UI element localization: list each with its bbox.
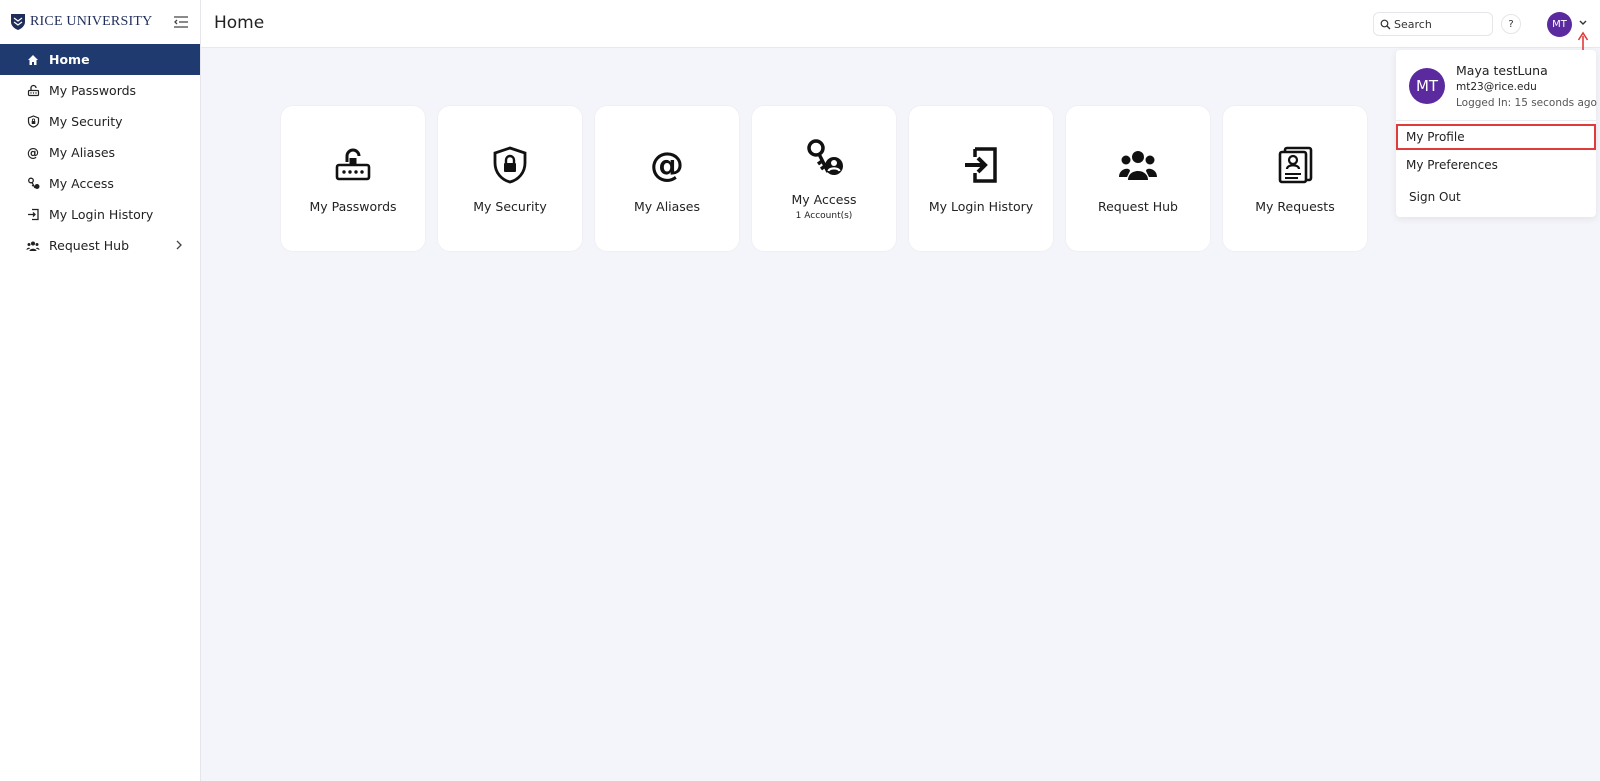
sidebar-item-label: My Access: [49, 176, 114, 191]
requests-icon: [1273, 143, 1317, 187]
card-request-hub[interactable]: Request Hub: [1066, 106, 1210, 251]
card-my-login-history[interactable]: My Login History: [909, 106, 1053, 251]
shield-icon: [26, 115, 40, 129]
rice-crest-icon: [11, 14, 25, 30]
page-title: Home: [214, 13, 265, 33]
top-header: Home ? MT: [201, 0, 1600, 48]
at-icon: @: [27, 145, 39, 160]
key-user-icon: [802, 136, 846, 180]
sidebar-item-my-security[interactable]: My Security: [0, 106, 200, 137]
sidebar-item-label: My Passwords: [49, 83, 137, 98]
account-count: 1 Account(s): [795, 211, 853, 221]
card-label: My Requests: [1255, 199, 1335, 214]
chevron-right-icon: [176, 240, 182, 250]
sidebar-item-request-hub[interactable]: Request Hub: [0, 230, 200, 261]
card-label: My Access: [791, 192, 857, 207]
card-label: My Security: [473, 199, 547, 214]
sidebar-item-my-aliases[interactable]: @ My Aliases: [0, 137, 200, 168]
help-button[interactable]: ?: [1501, 14, 1521, 34]
sidebar-item-my-access[interactable]: My Access: [0, 168, 200, 199]
card-label: Request Hub: [1097, 199, 1178, 214]
sidebar-item-label: Request Hub: [49, 238, 130, 253]
user-avatar[interactable]: MT: [1547, 12, 1572, 37]
sign-out-menu-item[interactable]: Sign Out: [1396, 184, 1596, 210]
user-menu-dropdown: MT Maya testLuna mt23@rice.edu Logged In…: [1396, 50, 1597, 217]
sidebar-item-label: My Security: [49, 114, 123, 129]
sidebar-item-label: My Aliases: [49, 145, 116, 160]
dropdown-avatar: MT: [1409, 68, 1445, 104]
users-icon: [26, 239, 40, 253]
login-icon: [959, 143, 1003, 187]
user-name: Maya testLuna: [1456, 63, 1548, 78]
card-my-passwords[interactable]: My Passwords: [281, 106, 425, 251]
brand-name: RICE UNIVERSITY: [30, 14, 153, 29]
card-label: My Login History: [928, 199, 1034, 214]
password-lock-icon: [331, 143, 375, 187]
card-label: My Aliases: [633, 199, 701, 214]
sidebar-nav: Home My Passwords My Security @ My Alias…: [0, 44, 200, 261]
login-icon: [26, 208, 40, 222]
key-user-icon: [26, 177, 40, 191]
card-label: My Passwords: [309, 199, 397, 214]
password-lock-icon: [26, 84, 40, 98]
sidebar-item-my-login-history[interactable]: My Login History: [0, 199, 200, 230]
my-profile-menu-item[interactable]: My Profile: [1396, 124, 1596, 150]
card-my-requests[interactable]: My Requests: [1223, 106, 1367, 251]
search-icon: [1380, 19, 1391, 29]
home-icon: [26, 53, 40, 67]
search-input[interactable]: [1394, 17, 1484, 31]
my-preferences-menu-item[interactable]: My Preferences: [1396, 152, 1596, 178]
chevron-down-icon[interactable]: [1578, 19, 1588, 27]
users-icon: [1116, 143, 1160, 187]
at-icon: @: [650, 145, 684, 185]
sidebar-item-label: My Login History: [49, 207, 154, 222]
search-box[interactable]: [1373, 12, 1493, 36]
sidebar-item-home[interactable]: Home: [0, 44, 200, 75]
sidebar: RICE UNIVERSITY Home My Passwords My Sec…: [0, 0, 201, 781]
shield-lock-icon: [488, 143, 532, 187]
card-my-security[interactable]: My Security: [438, 106, 582, 251]
collapse-menu-icon[interactable]: [172, 13, 190, 31]
card-my-access[interactable]: My Access 1 Account(s): [752, 106, 896, 251]
login-status: Logged In: 15 seconds ago: [1456, 97, 1597, 109]
sidebar-item-label: Home: [49, 52, 90, 67]
user-email: mt23@rice.edu: [1456, 81, 1537, 93]
card-my-aliases[interactable]: @ My Aliases: [595, 106, 739, 251]
brand: RICE UNIVERSITY: [0, 0, 200, 44]
sidebar-item-my-passwords[interactable]: My Passwords: [0, 75, 200, 106]
home-cards: My Passwords My Security @ My Aliases My…: [281, 106, 1367, 251]
menu-divider: [1396, 120, 1596, 121]
